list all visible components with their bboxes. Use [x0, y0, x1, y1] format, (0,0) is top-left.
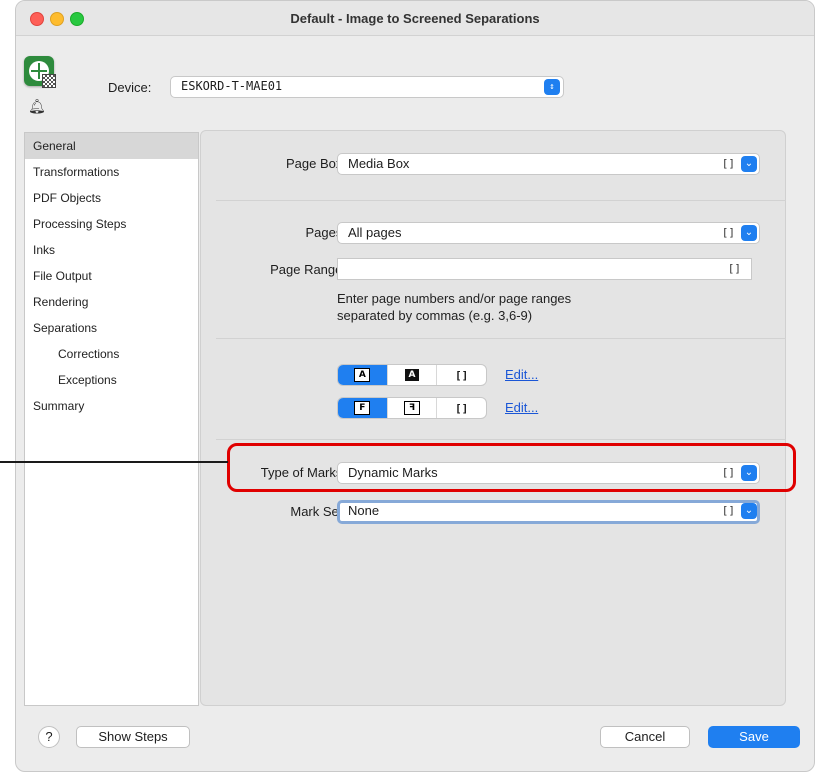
variable-bracket-icon: [] [455, 368, 469, 382]
page-range-hint: Enter page numbers and/or page ranges se… [337, 290, 571, 324]
page-range-input[interactable]: [] [337, 258, 752, 280]
device-value: ESKORD-T-MAE01 [181, 79, 283, 93]
minimize-window-button[interactable] [50, 12, 64, 26]
category-sidebar: General Transformations PDF Objects Proc… [24, 132, 199, 706]
variable-bracket-icon[interactable]: [] [722, 504, 735, 517]
window-title: Default - Image to Screened Separations [290, 10, 540, 26]
hint-line-1: Enter page numbers and/or page ranges [337, 291, 572, 306]
pages-value: All pages [348, 225, 402, 240]
filled-a-icon: A [405, 369, 419, 381]
mark-set-value: None [348, 503, 380, 518]
zoom-window-button[interactable] [70, 12, 84, 26]
page-box-select[interactable]: Media Box [] ⌄ [337, 153, 760, 175]
variable-bracket-icon[interactable]: [] [728, 262, 741, 275]
page-box-label: Page Box: [286, 156, 346, 171]
sidebar-item-file-output[interactable]: File Output [25, 263, 198, 289]
outline-a-icon: A [354, 368, 371, 382]
variable-bracket-icon: [] [455, 401, 469, 415]
hint-line-2: separated by commas (e.g. 3,6-9) [337, 308, 533, 323]
section-divider [216, 338, 786, 339]
section-divider [216, 200, 786, 201]
sidebar-item-processing-steps[interactable]: Processing Steps [25, 211, 198, 237]
segment-form-f[interactable]: F [338, 398, 388, 418]
updown-stepper-icon: ↕ [544, 79, 560, 95]
help-button[interactable]: ? [38, 726, 60, 748]
sidebar-item-pdf-objects[interactable]: PDF Objects [25, 185, 198, 211]
sidebar-item-separations[interactable]: Separations [25, 315, 198, 341]
edit-link-1[interactable]: Edit... [505, 367, 538, 382]
variable-bracket-icon[interactable]: [] [722, 226, 735, 239]
pages-label: Pages: [305, 225, 346, 240]
sidebar-item-transformations[interactable]: Transformations [25, 159, 198, 185]
annotation-callout-line [0, 461, 228, 463]
close-window-button[interactable] [30, 12, 44, 26]
page-range-label: Page Range: [270, 262, 346, 277]
segment-variable-2[interactable]: [] [437, 398, 486, 418]
annotation-highlight-box [227, 443, 796, 492]
sidebar-item-exceptions[interactable]: Exceptions [25, 367, 198, 393]
form-f-icon: F [354, 401, 371, 415]
general-settings-panel [200, 130, 786, 706]
sidebar-item-corrections[interactable]: Corrections [25, 341, 198, 367]
segment-form-mirror[interactable]: F [388, 398, 438, 418]
show-steps-button[interactable]: Show Steps [76, 726, 190, 748]
pages-select[interactable]: All pages [] ⌄ [337, 222, 760, 244]
chevron-down-icon: ⌄ [741, 156, 757, 172]
segment-filled-a[interactable]: A [388, 365, 438, 385]
sidebar-item-rendering[interactable]: Rendering [25, 289, 198, 315]
section-divider [216, 439, 786, 440]
sidebar-item-summary[interactable]: Summary [25, 393, 198, 419]
device-label: Device: [108, 80, 152, 95]
sidebar-item-inks[interactable]: Inks [25, 237, 198, 263]
text-mode-segmented-control: A A [] [337, 364, 487, 386]
form-mode-segmented-control: F F [] [337, 397, 487, 419]
mirrored-f-icon: F [404, 401, 420, 415]
chevron-down-icon: ⌄ [741, 225, 757, 241]
cancel-button[interactable]: Cancel [600, 726, 690, 748]
mark-set-label: Mark Set: [290, 504, 346, 519]
title-bar: Default - Image to Screened Separations [16, 1, 814, 36]
sidebar-item-general[interactable]: General [25, 133, 198, 159]
segment-variable[interactable]: [] [437, 365, 486, 385]
bell-icon[interactable]: 🔔︎ [28, 98, 46, 115]
variable-bracket-icon[interactable]: [] [722, 157, 735, 170]
segment-outline-a[interactable]: A [338, 365, 388, 385]
device-select[interactable]: ESKORD-T-MAE01 ↕ [170, 76, 564, 98]
edit-link-2[interactable]: Edit... [505, 400, 538, 415]
page-box-value: Media Box [348, 156, 410, 171]
chevron-down-icon: ⌄ [741, 503, 757, 519]
mark-set-select[interactable]: None [] ⌄ [337, 500, 760, 524]
ticket-globe-icon [24, 56, 56, 88]
save-button[interactable]: Save [708, 726, 800, 748]
